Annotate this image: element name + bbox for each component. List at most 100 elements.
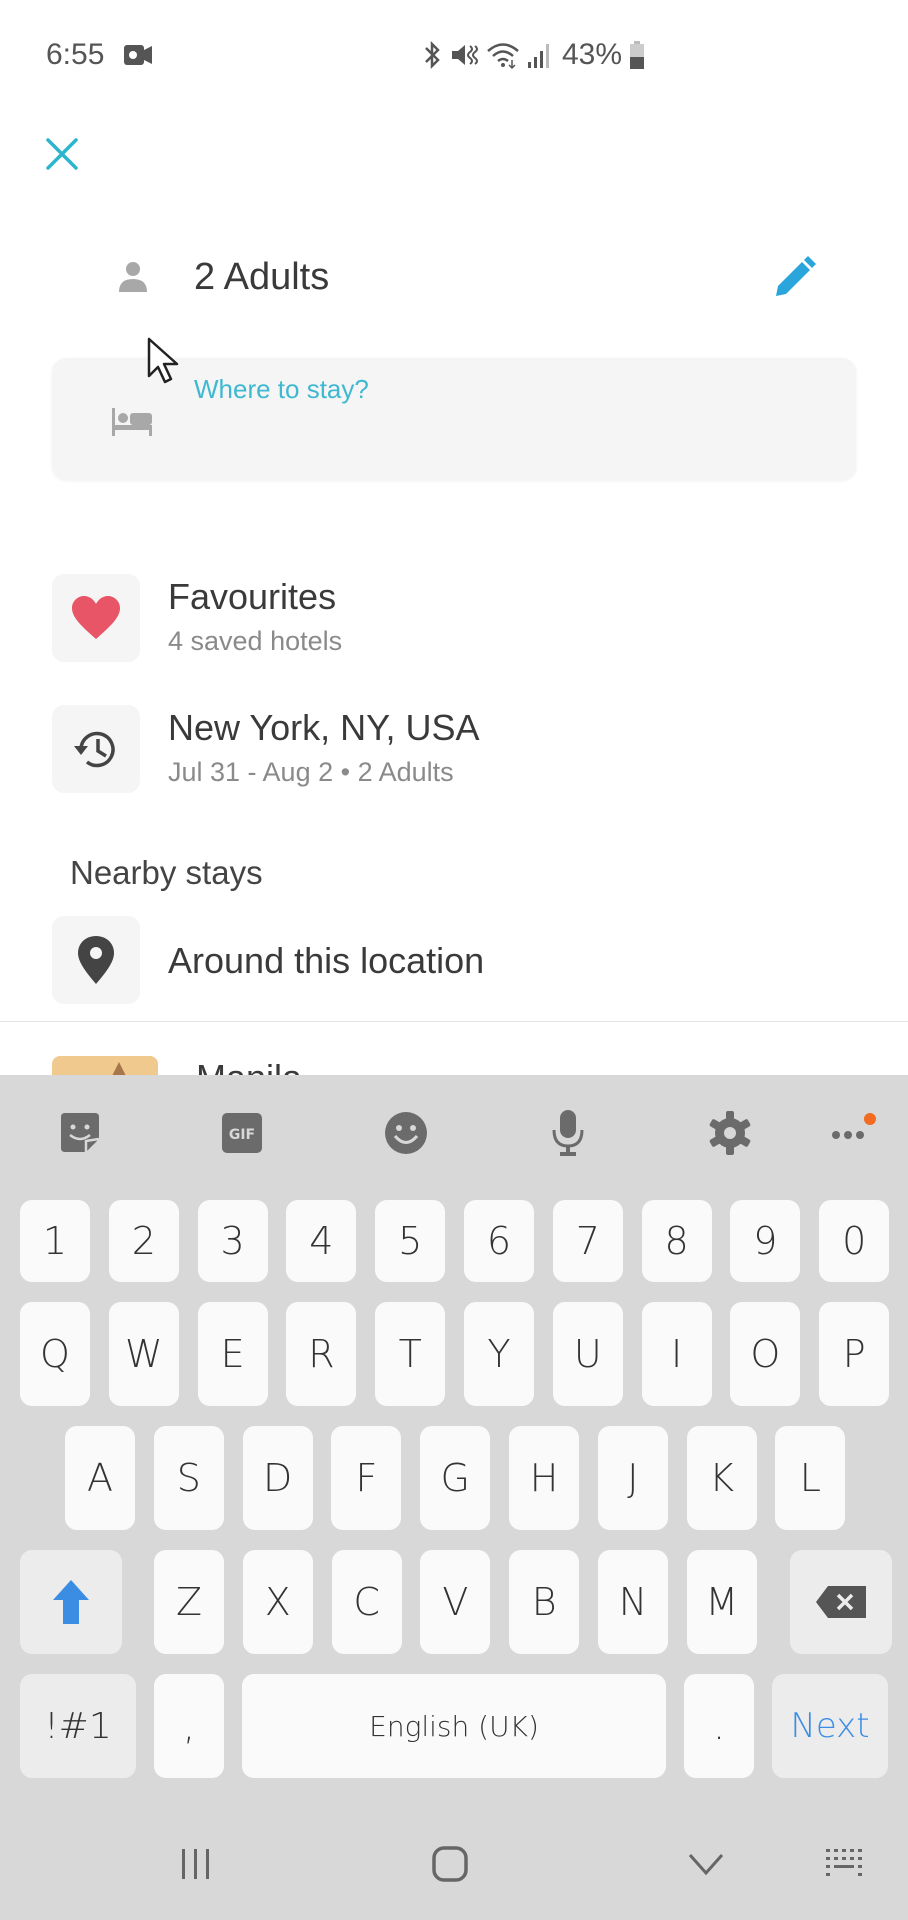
key-r[interactable]: R [286,1302,357,1406]
edit-guests-button[interactable] [768,254,818,304]
keyboard-switch-icon [826,1849,862,1876]
key-6[interactable]: 6 [464,1200,534,1282]
sticker-icon [61,1113,100,1152]
recent-apps-button[interactable] [166,1834,226,1894]
key-s[interactable]: S [153,1426,224,1530]
status-time: 6:55 [46,38,105,71]
keyboard: G I F 1 2 3 4 5 6 7 8 9 0 Q W E R T Y U I … [0,1075,908,1920]
key-a[interactable]: A [65,1426,135,1530]
key-i-label: I [670,1332,683,1376]
key-1[interactable]: 1 [20,1200,90,1282]
sticker-button[interactable] [52,1105,108,1161]
gif-label: GIF [229,1127,255,1143]
voice-input-button[interactable] [540,1105,596,1161]
key-b[interactable]: B [509,1550,580,1654]
key-l-label: L [799,1456,821,1500]
notification-dot [864,1113,876,1125]
search-placeholder: Where to stay? [194,374,369,404]
around-location-item[interactable]: Around this location [52,916,856,1006]
comma-key[interactable]: , [154,1674,224,1778]
key-v[interactable]: V [420,1550,491,1654]
key-4[interactable]: 4 [286,1200,357,1282]
hide-keyboard-icon [688,1854,724,1876]
recent-search-details: Jul 31 - Aug 2 • 2 Adults [168,757,454,787]
icon-box [52,916,140,1004]
key-g[interactable]: G [420,1426,491,1530]
space-key[interactable]: English (UK) [242,1674,666,1778]
key-5[interactable]: 5 [375,1200,446,1282]
microphone-icon [552,1110,584,1156]
close-button[interactable] [40,132,84,176]
key-5-label: 5 [398,1219,423,1263]
key-a-label: A [87,1456,113,1500]
close-icon [46,138,78,170]
key-z-label: Z [175,1580,203,1624]
key-d[interactable]: D [242,1426,313,1530]
key-e[interactable]: E [197,1302,268,1406]
key-s-label: S [176,1456,201,1500]
key-3-label: 3 [220,1219,245,1263]
backspace-key[interactable] [790,1550,892,1654]
key-c-label: C [353,1580,380,1624]
key-r-label: R [308,1332,335,1376]
key-n[interactable]: N [598,1550,668,1654]
emoji-button[interactable] [378,1105,434,1161]
key-3[interactable]: 3 [197,1200,268,1282]
key-o[interactable]: O [730,1302,801,1406]
bed-icon [112,408,152,436]
screen-record-icon [124,45,152,65]
key-w[interactable]: W [108,1302,179,1406]
key-0[interactable]: 0 [819,1200,890,1282]
period-key[interactable]: . [684,1674,754,1778]
pencil-icon [776,256,816,296]
hide-keyboard-button[interactable] [676,1834,736,1894]
gif-button[interactable]: GIF [214,1105,270,1161]
key-2[interactable]: 2 [108,1200,179,1282]
key-t[interactable]: T [375,1302,446,1406]
partial-list-thumbnail[interactable] [52,1056,158,1076]
key-9[interactable]: 9 [730,1200,801,1282]
keyboard-toolbar: GIF [0,1075,908,1185]
key-h[interactable]: H [509,1426,579,1530]
favourites-title: Favourites [168,576,337,617]
key-c[interactable]: C [331,1550,402,1654]
key-m[interactable]: M [686,1550,757,1654]
keyboard-settings-button[interactable] [702,1105,758,1161]
key-p[interactable]: P [819,1302,890,1406]
guests-row[interactable]: 2 Adults [110,248,830,310]
settings-icon [709,1111,751,1155]
wifi-icon [487,43,519,70]
guests-label: 2 Adults [194,256,330,298]
key-u[interactable]: U [552,1302,623,1406]
key-x[interactable]: X [242,1550,313,1654]
key-f[interactable]: F [331,1426,402,1530]
key-y[interactable]: Y [464,1302,534,1406]
key-k[interactable]: K [686,1426,757,1530]
recent-search-title: New York, NY, USA [168,707,480,748]
key-8[interactable]: 8 [641,1200,712,1282]
key-t-label: T [398,1332,422,1376]
favourites-item[interactable]: Favourites 4 saved hotels [52,574,856,664]
battery-percent: 43% [562,38,623,71]
key-g-label: G [440,1456,470,1500]
key-o-label: O [750,1332,781,1376]
keyboard-switch-button[interactable] [816,1834,876,1894]
bluetooth-icon [425,40,440,70]
recent-search-item[interactable]: New York, NY, USA Jul 31 - Aug 2 • 2 Adu… [52,705,856,795]
shift-key[interactable] [20,1550,122,1654]
key-7[interactable]: 7 [552,1200,623,1282]
icon-box [52,705,140,793]
key-y-label: Y [487,1332,511,1376]
key-i[interactable]: I [641,1302,712,1406]
next-key[interactable]: Next [772,1674,888,1778]
key-q[interactable]: Q [20,1302,90,1406]
symbols-key[interactable]: !#1 [20,1674,136,1778]
key-v-label: V [442,1580,469,1624]
period-key-label: . [712,1704,726,1748]
key-l[interactable]: L [775,1426,846,1530]
key-j[interactable]: J [597,1426,668,1530]
home-button[interactable] [420,1834,480,1894]
symbols-key-label: !#1 [44,1705,112,1747]
key-z[interactable]: Z [154,1550,224,1654]
destination-search-input[interactable]: Where to stay? [52,358,856,480]
